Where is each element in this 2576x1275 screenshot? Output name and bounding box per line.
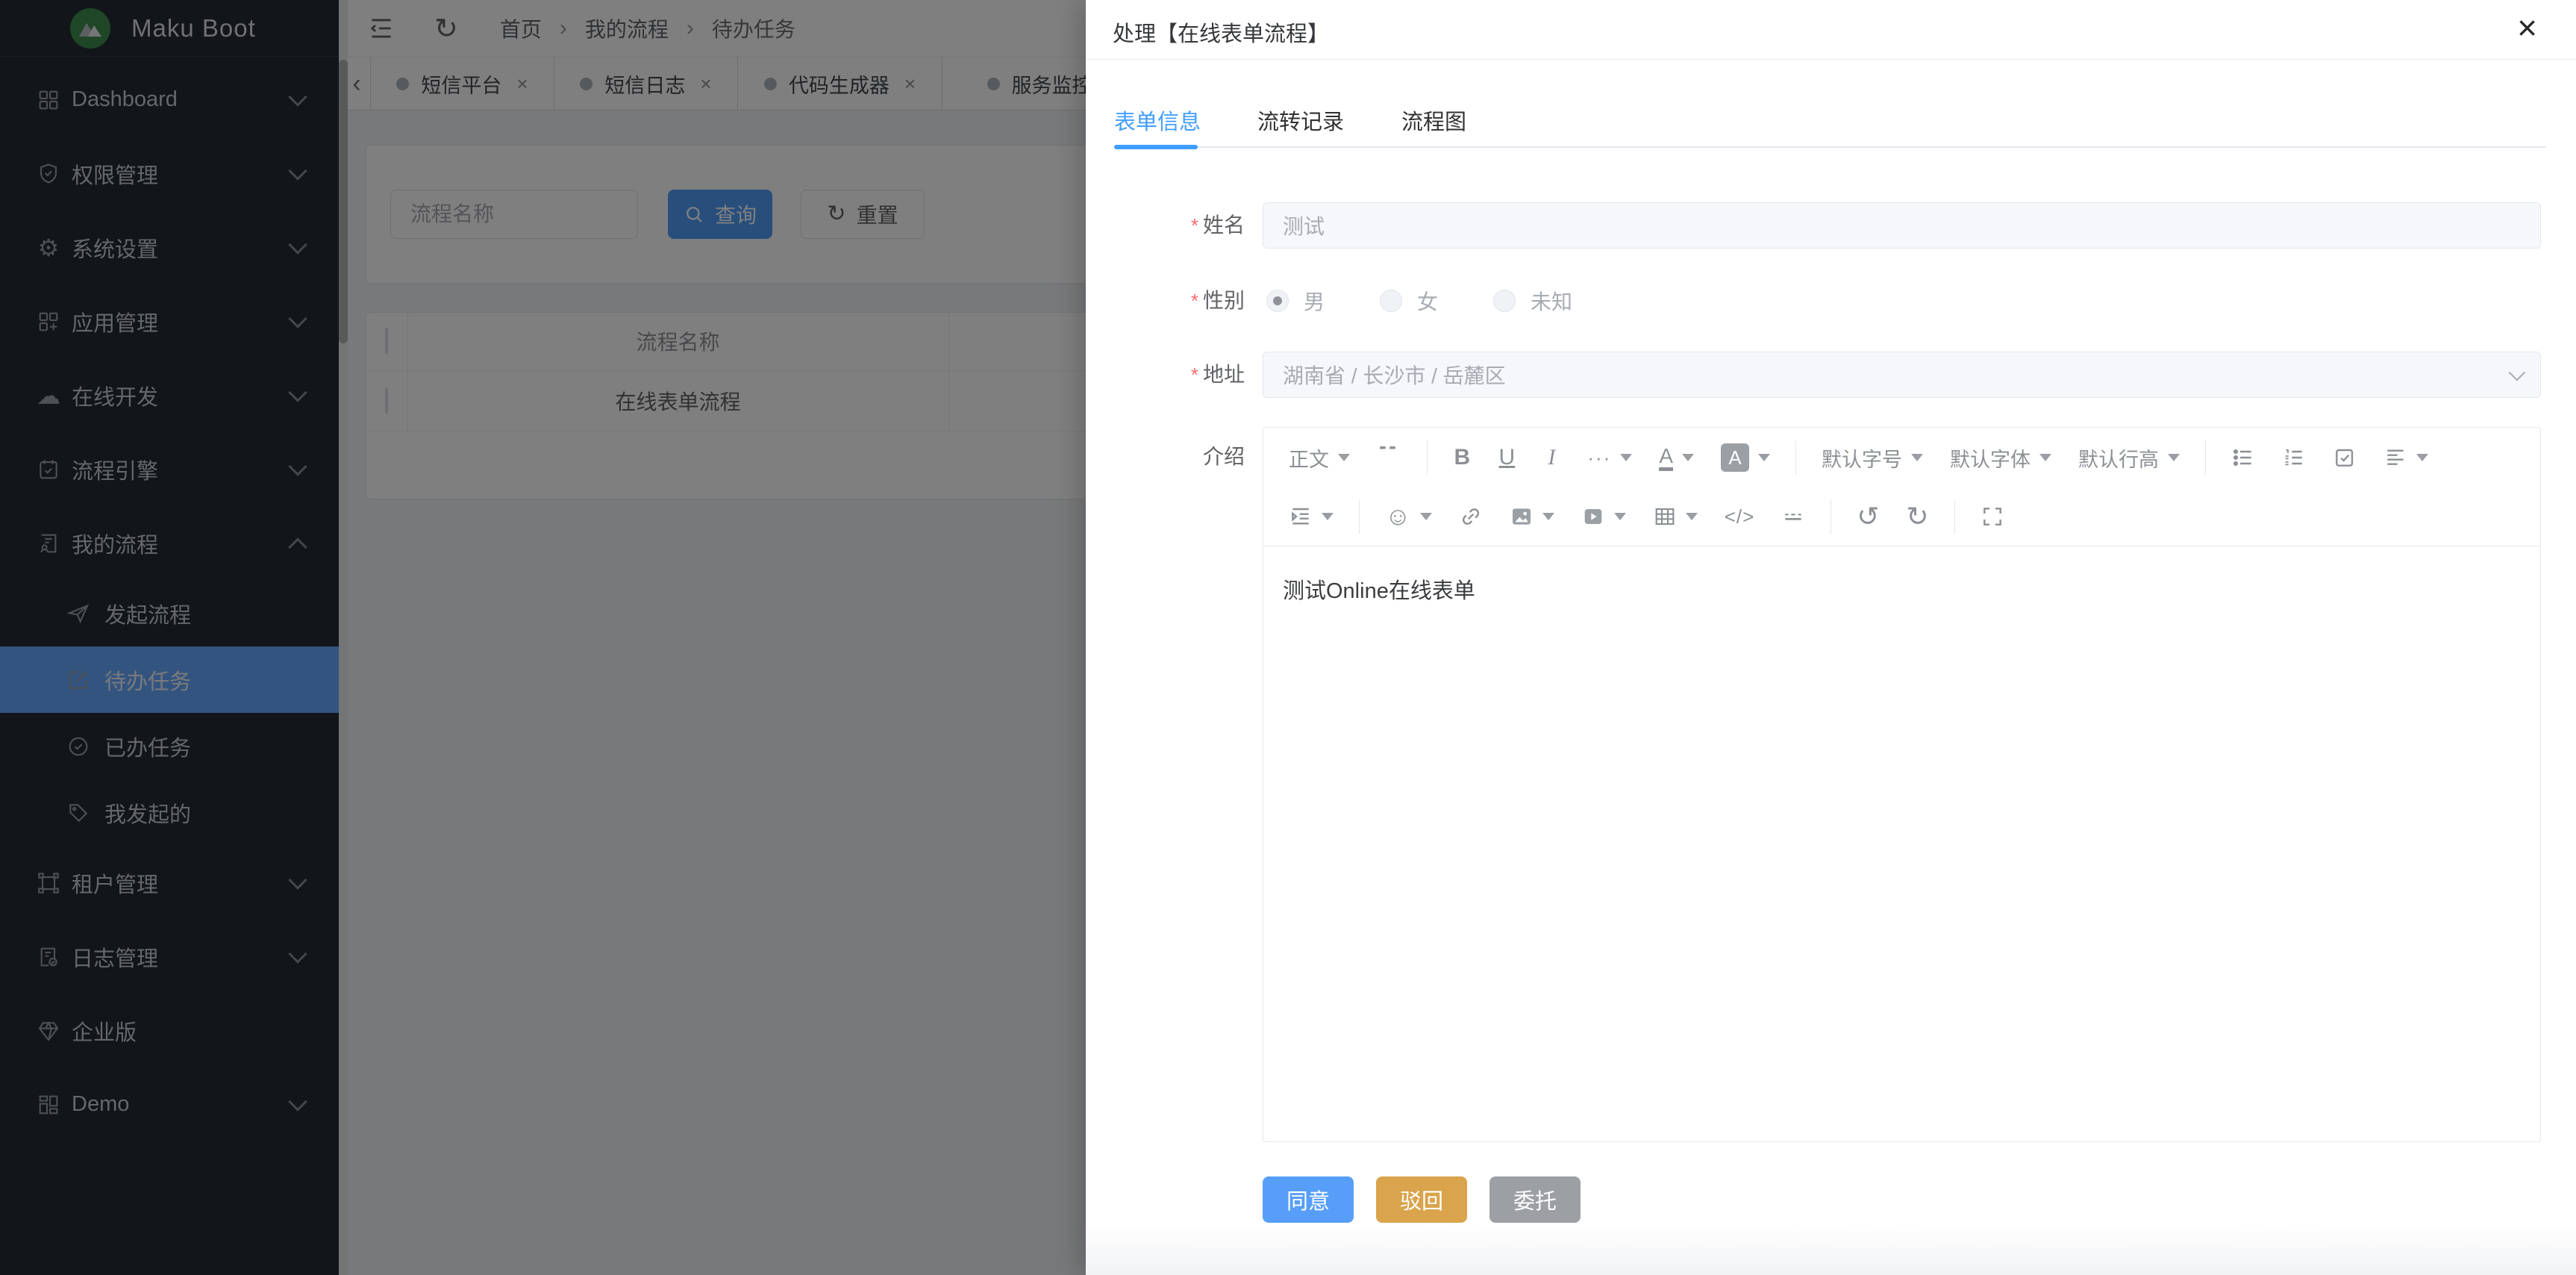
process-drawer: 处理【在线表单流程】 × 表单信息 流转记录 流程图 *姓名 测试 *性别 男 (1086, 0, 2576, 1275)
radio-label: 未知 (1531, 286, 1572, 316)
intro-label: 介绍 (1086, 440, 1245, 470)
underline-button[interactable]: U (1489, 437, 1525, 478)
video-dropdown[interactable] (1572, 496, 1635, 537)
toolbar-divider (1795, 440, 1796, 475)
close-icon[interactable]: × (2517, 10, 2537, 45)
font-color-dropdown[interactable]: A (1650, 437, 1703, 478)
radio-label: 男 (1304, 286, 1325, 316)
radio-male[interactable]: 男 (1266, 286, 1325, 316)
code-block-button[interactable]: </> (1716, 496, 1764, 537)
radio-label: 女 (1417, 286, 1438, 316)
toolbar-divider (1427, 440, 1428, 475)
reject-button[interactable]: 驳回 (1376, 1176, 1467, 1223)
gender-label: *性别 (1086, 278, 1245, 323)
name-input[interactable]: 测试 (1263, 202, 2541, 249)
caret-down-icon (1420, 513, 1432, 520)
align-dropdown[interactable] (2375, 437, 2437, 478)
caret-down-icon (1620, 454, 1632, 461)
radio-unknown[interactable]: 未知 (1493, 286, 1572, 316)
tab-flow-records[interactable]: 流转记录 (1257, 105, 1344, 136)
radio-female[interactable]: 女 (1380, 286, 1438, 316)
address-cascader[interactable]: 湖南省 / 长沙市 / 岳麓区 (1263, 352, 2541, 398)
approve-button[interactable]: 同意 (1263, 1176, 1354, 1223)
form-row-gender: *性别 男 女 未知 (1086, 278, 2545, 323)
gender-radio-group: 男 女 未知 (1266, 278, 1572, 323)
intro-text: 测试Online在线表单 (1283, 579, 1475, 603)
tab-flow-diagram[interactable]: 流程图 (1401, 105, 1466, 136)
drawer-body: *姓名 测试 *性别 男 女 未知 (1086, 148, 2576, 1275)
task-list-icon[interactable] (2324, 437, 2366, 478)
indent-dropdown[interactable] (1280, 496, 1342, 537)
caret-down-icon (1682, 454, 1694, 461)
drawer-header: 处理【在线表单流程】 × (1086, 0, 2576, 60)
caret-down-icon (2039, 454, 2051, 461)
fullscreen-icon[interactable] (1972, 496, 2013, 537)
caret-down-icon (1686, 513, 1698, 520)
radio-icon (1380, 290, 1402, 312)
chevron-down-icon (2509, 364, 2526, 381)
bg-color-dropdown[interactable]: A (1712, 437, 1779, 478)
horizontal-rule-icon[interactable] (1772, 496, 1814, 537)
blockquote-button[interactable]: “ (1368, 437, 1410, 478)
toolbar-divider (2205, 440, 2206, 475)
italic-button[interactable]: I (1534, 437, 1569, 478)
undo-button[interactable]: ↺ (1848, 496, 1888, 537)
bold-button[interactable]: B (1444, 437, 1480, 478)
caret-down-icon (1542, 513, 1554, 520)
radio-icon (1493, 290, 1516, 312)
link-icon[interactable] (1450, 496, 1492, 537)
required-mark: * (1191, 290, 1198, 312)
drawer-actions: 同意 驳回 委托 (1263, 1176, 1581, 1223)
address-value: 湖南省 / 长沙市 / 岳麓区 (1283, 360, 1506, 390)
required-mark: * (1191, 364, 1198, 386)
line-height-dropdown[interactable]: 默认行高 (2069, 437, 2189, 478)
caret-down-icon (2168, 454, 2180, 461)
form-row-name: *姓名 测试 (1086, 202, 2545, 249)
tab-form-info[interactable]: 表单信息 (1114, 105, 1201, 136)
name-label: *姓名 (1086, 202, 1245, 249)
delegate-button[interactable]: 委托 (1489, 1176, 1581, 1223)
emoji-dropdown[interactable]: ☺ (1376, 496, 1441, 537)
editor-toolbar-row-2: ☺ </> ↺ ↻ (1263, 487, 2540, 546)
toolbar-divider (1359, 499, 1360, 534)
font-family-dropdown[interactable]: 默认字体 (1941, 437, 2060, 478)
editor-content[interactable]: 测试Online在线表单 (1263, 546, 2540, 632)
caret-down-icon (1911, 454, 1923, 461)
radio-selected-icon (1266, 290, 1289, 312)
caret-down-icon (2416, 454, 2428, 461)
rich-text-editor: 正文 “ B U I ··· A A 默认字号 默认字体 默认行高 (1263, 427, 2541, 1142)
form-row-address: *地址 湖南省 / 长沙市 / 岳麓区 (1086, 352, 2545, 398)
name-value: 测试 (1283, 211, 1325, 240)
address-label: *地址 (1086, 352, 1245, 398)
table-dropdown[interactable] (1644, 496, 1707, 537)
image-dropdown[interactable] (1501, 496, 1563, 537)
editor-toolbar-row-1: 正文 “ B U I ··· A A 默认字号 默认字体 默认行高 (1263, 428, 2540, 487)
toolbar-divider (1954, 499, 1955, 534)
caret-down-icon (1614, 513, 1626, 520)
paragraph-style-dropdown[interactable]: 正文 (1280, 437, 1359, 478)
drawer-title: 处理【在线表单流程】 (1113, 16, 1329, 48)
modal-overlay[interactable] (0, 0, 1086, 1275)
more-styles-dropdown[interactable]: ··· (1578, 437, 1641, 478)
ordered-list-icon[interactable] (2273, 437, 2315, 478)
caret-down-icon (1338, 454, 1350, 461)
redo-button[interactable]: ↻ (1897, 496, 1937, 537)
bullet-list-icon[interactable] (2222, 437, 2264, 478)
caret-down-icon (1322, 513, 1334, 520)
font-size-dropdown[interactable]: 默认字号 (1813, 437, 1932, 478)
caret-down-icon (1758, 454, 1770, 461)
required-mark: * (1191, 214, 1198, 237)
page: Maku Boot Dashboard 权限管理 ⚙ 系统设置 应用管理 (0, 0, 2576, 1275)
drawer-tabs: 表单信息 流转记录 流程图 (1114, 91, 2546, 148)
